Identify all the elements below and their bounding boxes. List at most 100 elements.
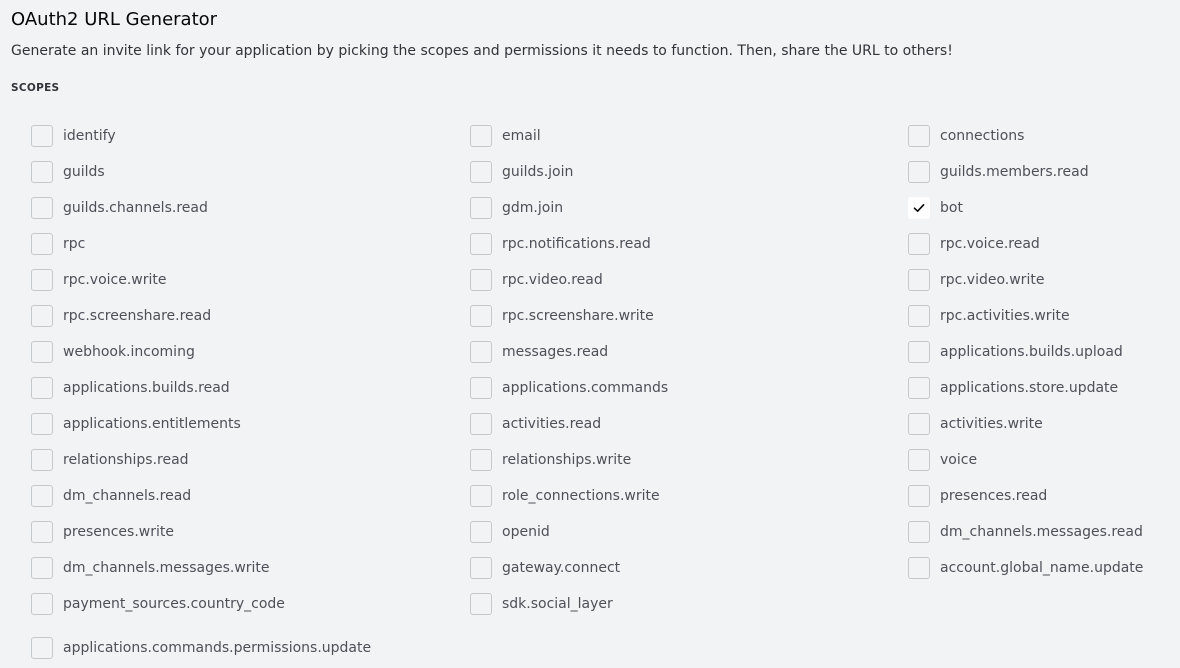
scope-checkbox[interactable] bbox=[31, 485, 53, 507]
scope-checkbox[interactable] bbox=[470, 305, 492, 327]
scope-label: rpc.video.write bbox=[940, 272, 1045, 288]
scope-checkbox[interactable] bbox=[31, 557, 53, 579]
scope-label: presences.read bbox=[940, 488, 1048, 504]
scope-checkbox[interactable] bbox=[908, 233, 930, 255]
scope-checkbox[interactable] bbox=[470, 341, 492, 363]
scope-option-applications-commands[interactable]: applications.commands bbox=[470, 376, 668, 400]
scope-label: connections bbox=[940, 128, 1025, 144]
scope-option-activities-write[interactable]: activities.write bbox=[908, 412, 1043, 436]
scope-option-presences-write[interactable]: presences.write bbox=[31, 520, 174, 544]
scope-option-webhook-incoming[interactable]: webhook.incoming bbox=[31, 340, 195, 364]
scope-option-messages-read[interactable]: messages.read bbox=[470, 340, 608, 364]
scope-checkbox[interactable] bbox=[31, 521, 53, 543]
scope-option-gateway-connect[interactable]: gateway.connect bbox=[470, 556, 620, 580]
scope-option-applications-builds-upload[interactable]: applications.builds.upload bbox=[908, 340, 1123, 364]
scope-checkbox[interactable] bbox=[31, 305, 53, 327]
scope-label: openid bbox=[502, 524, 550, 540]
scope-checkbox[interactable] bbox=[470, 485, 492, 507]
scope-checkbox[interactable] bbox=[908, 305, 930, 327]
scope-checkbox[interactable] bbox=[31, 377, 53, 399]
page-description: Generate an invite link for your applica… bbox=[11, 43, 953, 59]
scope-option-rpc-activities-write[interactable]: rpc.activities.write bbox=[908, 304, 1070, 328]
scope-option-connections[interactable]: connections bbox=[908, 124, 1024, 148]
scope-checkbox[interactable] bbox=[908, 125, 930, 147]
scope-label: activities.write bbox=[940, 416, 1043, 432]
scope-option-relationships-read[interactable]: relationships.read bbox=[31, 448, 189, 472]
scope-option-bot[interactable]: bot bbox=[908, 196, 963, 220]
scope-checkbox[interactable] bbox=[908, 557, 930, 579]
scope-checkbox[interactable] bbox=[470, 449, 492, 471]
scope-option-dm-channels-messages-read[interactable]: dm_channels.messages.read bbox=[908, 520, 1143, 544]
scope-checkbox[interactable] bbox=[31, 449, 53, 471]
scope-option-openid[interactable]: openid bbox=[470, 520, 550, 544]
scope-checkbox[interactable] bbox=[31, 637, 53, 659]
scope-checkbox[interactable] bbox=[908, 521, 930, 543]
scope-option-guilds-channels-read[interactable]: guilds.channels.read bbox=[31, 196, 208, 220]
scope-option-rpc-screenshare-read[interactable]: rpc.screenshare.read bbox=[31, 304, 211, 328]
scope-checkbox[interactable] bbox=[31, 413, 53, 435]
scope-option-rpc-voice-write[interactable]: rpc.voice.write bbox=[31, 268, 167, 292]
scope-label: rpc.voice.read bbox=[940, 236, 1040, 252]
scope-checkbox[interactable] bbox=[470, 593, 492, 615]
scope-checkbox[interactable] bbox=[470, 557, 492, 579]
scope-option-applications-entitlements[interactable]: applications.entitlements bbox=[31, 412, 241, 436]
scope-option-guilds-join[interactable]: guilds.join bbox=[470, 160, 573, 184]
scope-option-payment-sources-country-code[interactable]: payment_sources.country_code bbox=[31, 592, 285, 616]
scope-option-email[interactable]: email bbox=[470, 124, 541, 148]
scope-checkbox[interactable] bbox=[470, 377, 492, 399]
scope-checkbox[interactable] bbox=[470, 161, 492, 183]
scope-checkbox[interactable] bbox=[908, 341, 930, 363]
scope-option-guilds-members-read[interactable]: guilds.members.read bbox=[908, 160, 1089, 184]
scope-checkbox[interactable] bbox=[908, 449, 930, 471]
scope-checkbox[interactable] bbox=[908, 161, 930, 183]
scope-option-rpc-screenshare-write[interactable]: rpc.screenshare.write bbox=[470, 304, 654, 328]
scope-option-role-connections-write[interactable]: role_connections.write bbox=[470, 484, 660, 508]
scope-checkbox[interactable] bbox=[908, 413, 930, 435]
checkmark-icon bbox=[913, 204, 925, 212]
page-title: OAuth2 URL Generator bbox=[11, 9, 218, 30]
scope-checkbox[interactable] bbox=[31, 125, 53, 147]
scope-option-applications-commands-permissions-update[interactable]: applications.commands.permissions.update bbox=[31, 636, 371, 660]
scope-label: gdm.join bbox=[502, 200, 564, 216]
scope-checkbox[interactable] bbox=[31, 161, 53, 183]
scope-label: activities.read bbox=[502, 416, 602, 432]
scope-checkbox[interactable] bbox=[908, 377, 930, 399]
scope-option-rpc-notifications-read[interactable]: rpc.notifications.read bbox=[470, 232, 651, 256]
scope-checkbox[interactable] bbox=[31, 593, 53, 615]
scope-option-guilds[interactable]: guilds bbox=[31, 160, 105, 184]
scope-option-dm-channels-read[interactable]: dm_channels.read bbox=[31, 484, 191, 508]
scope-checkbox[interactable] bbox=[470, 125, 492, 147]
scope-checkbox[interactable] bbox=[908, 485, 930, 507]
scope-checkbox[interactable] bbox=[31, 197, 53, 219]
scope-label: rpc bbox=[63, 236, 86, 252]
scope-label: account.global_name.update bbox=[940, 560, 1144, 576]
scope-option-applications-builds-read[interactable]: applications.builds.read bbox=[31, 376, 230, 400]
scope-option-rpc-video-write[interactable]: rpc.video.write bbox=[908, 268, 1044, 292]
scope-checkbox[interactable] bbox=[31, 233, 53, 255]
scope-option-voice[interactable]: voice bbox=[908, 448, 977, 472]
scope-checkbox[interactable] bbox=[908, 269, 930, 291]
scope-option-account-global-name-update[interactable]: account.global_name.update bbox=[908, 556, 1143, 580]
scope-option-rpc-video-read[interactable]: rpc.video.read bbox=[470, 268, 603, 292]
scope-checkbox[interactable] bbox=[470, 269, 492, 291]
scope-option-gdm-join[interactable]: gdm.join bbox=[470, 196, 563, 220]
scope-option-sdk-social-layer[interactable]: sdk.social_layer bbox=[470, 592, 613, 616]
scope-option-identify[interactable]: identify bbox=[31, 124, 116, 148]
scope-checkbox[interactable] bbox=[470, 413, 492, 435]
scope-option-dm-channels-messages-write[interactable]: dm_channels.messages.write bbox=[31, 556, 270, 580]
scope-checkbox[interactable] bbox=[908, 197, 930, 219]
scope-option-rpc[interactable]: rpc bbox=[31, 232, 85, 256]
scope-checkbox[interactable] bbox=[470, 197, 492, 219]
scope-option-applications-store-update[interactable]: applications.store.update bbox=[908, 376, 1118, 400]
scope-label: dm_channels.messages.read bbox=[940, 524, 1143, 540]
scope-checkbox[interactable] bbox=[470, 521, 492, 543]
scope-checkbox[interactable] bbox=[31, 269, 53, 291]
scope-checkbox[interactable] bbox=[470, 233, 492, 255]
scope-option-relationships-write[interactable]: relationships.write bbox=[470, 448, 631, 472]
scope-label: relationships.write bbox=[502, 452, 632, 468]
scope-label: rpc.screenshare.read bbox=[63, 308, 212, 324]
scope-checkbox[interactable] bbox=[31, 341, 53, 363]
scope-option-rpc-voice-read[interactable]: rpc.voice.read bbox=[908, 232, 1040, 256]
scope-option-activities-read[interactable]: activities.read bbox=[470, 412, 601, 436]
scope-option-presences-read[interactable]: presences.read bbox=[908, 484, 1047, 508]
